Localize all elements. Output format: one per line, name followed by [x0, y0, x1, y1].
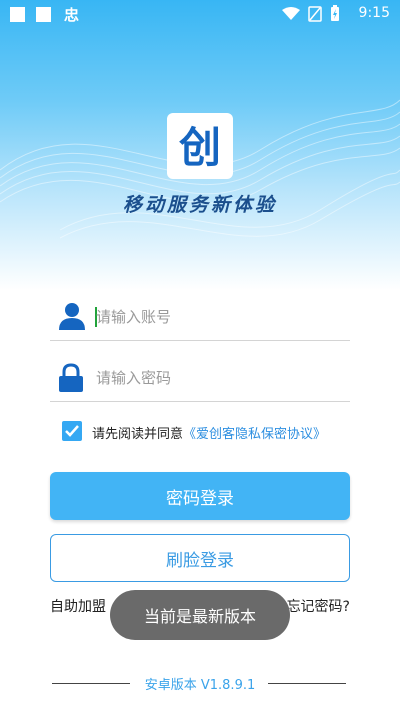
status-bar: 忠 9:15 [0, 0, 400, 28]
lock-icon [59, 363, 83, 392]
divider-right [268, 683, 346, 684]
logo-icon: 创 [179, 123, 221, 172]
password-login-button[interactable]: 密码登录 [50, 472, 350, 520]
account-input[interactable] [94, 300, 348, 334]
account-field [50, 294, 350, 341]
battery-charging-icon [331, 5, 339, 21]
slogan: 移动服务新体验 [122, 194, 277, 216]
password-field [50, 355, 350, 402]
toast-message: 当前是最新版本 [110, 590, 290, 640]
clock: 9:15 [358, 5, 390, 21]
no-sim-icon [308, 5, 322, 22]
user-icon [59, 303, 85, 330]
app-logo: 创 [167, 113, 233, 179]
password-input[interactable] [94, 361, 348, 395]
agreement-text: 请先阅读并同意 [92, 427, 184, 442]
self-join-link[interactable]: 自助加盟 [50, 596, 106, 616]
check-icon [65, 425, 79, 437]
agreement-checkbox[interactable] [62, 421, 82, 441]
logo-char: 创 [179, 123, 221, 172]
carrier-icon: 忠 [64, 6, 80, 24]
privacy-agreement-link[interactable]: 《爱创客隐私保密协议》 [183, 427, 326, 442]
notification-icon [10, 7, 25, 22]
face-login-button[interactable]: 刷脸登录 [50, 534, 350, 582]
forgot-password-link[interactable]: 忘记密码? [287, 596, 350, 616]
notification-icon [36, 7, 51, 22]
agreement-label: 请先阅读并同意《爱创客隐私保密协议》 [92, 423, 326, 442]
wifi-icon [282, 6, 300, 20]
